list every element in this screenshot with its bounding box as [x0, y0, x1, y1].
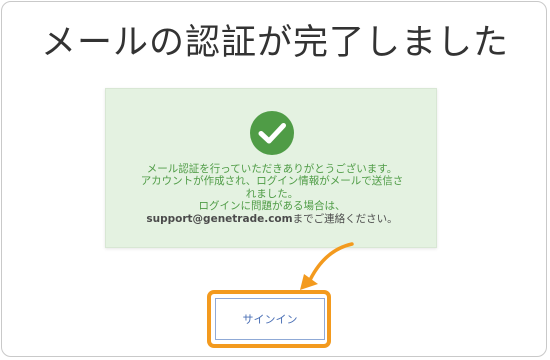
message-line: アカウントが作成され、ログイン情報がメールで送信さ — [140, 175, 404, 188]
pointer-arrow-icon — [300, 242, 354, 290]
message-line: ログインに問題がある場合は、 — [198, 200, 346, 213]
support-contact-line: support@genetrade.comまでご連絡ください。 — [124, 213, 420, 225]
message-line: メール認証を行っていただきありがとうございます。 — [146, 163, 398, 175]
confirmation-message: メール認証を行っていただきありがとうございます。 アカウントが作成され、ログイン… — [124, 163, 420, 225]
check-circle-icon — [250, 111, 294, 155]
success-card: メール認証を行っていただきありがとうございます。 アカウントが作成され、ログイン… — [105, 88, 437, 248]
support-email: support@genetrade.com — [146, 212, 293, 225]
support-tail-text: までご連絡ください。 — [292, 212, 398, 225]
signin-button[interactable]: サインイン — [215, 298, 325, 340]
page-title: メールの認証が完了しました — [40, 23, 509, 63]
message-line: れました。 — [245, 187, 299, 200]
